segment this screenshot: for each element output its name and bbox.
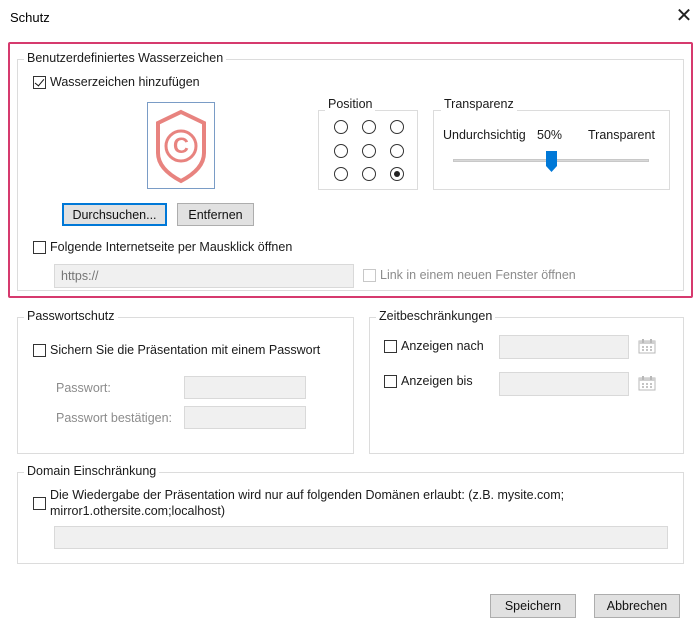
remove-button[interactable]: Entfernen <box>177 203 254 226</box>
show-until-input[interactable] <box>499 372 629 396</box>
position-radio-9[interactable] <box>390 167 404 181</box>
time-group-label: Zeitbeschränkungen <box>376 309 496 323</box>
watermark-preview: C <box>147 102 215 189</box>
show-after-calendar-icon[interactable] <box>638 338 656 354</box>
position-radio-7[interactable] <box>334 167 348 181</box>
position-radio-8[interactable] <box>362 167 376 181</box>
password-checkbox[interactable] <box>33 344 46 357</box>
show-until-checkbox[interactable] <box>384 375 397 388</box>
domain-group-label: Domain Einschränkung <box>24 464 160 478</box>
new-window-label: Link in einem neuen Fenster öffnen <box>380 268 576 282</box>
window-title: Schutz <box>10 10 50 25</box>
password-input[interactable] <box>184 376 306 399</box>
browse-button[interactable]: Durchsuchen... <box>62 203 167 226</box>
new-window-checkbox[interactable] <box>363 269 376 282</box>
position-group-label: Position <box>325 97 376 111</box>
position-radio-6[interactable] <box>390 144 404 158</box>
position-radio-5[interactable] <box>362 144 376 158</box>
domain-group <box>17 472 684 564</box>
domain-input[interactable] <box>54 526 668 549</box>
svg-text:C: C <box>173 133 189 158</box>
watermark-group-label: Benutzerdefiniertes Wasserzeichen <box>24 51 227 65</box>
password-label: Passwort: <box>56 381 111 395</box>
transparency-group-label: Transparenz <box>441 97 517 111</box>
add-watermark-label: Wasserzeichen hinzufügen <box>50 75 200 89</box>
show-until-calendar-icon[interactable] <box>638 375 656 391</box>
position-radio-2[interactable] <box>362 120 376 134</box>
add-watermark-checkbox[interactable] <box>33 76 46 89</box>
password-checkbox-label: Sichern Sie die Präsentation mit einem P… <box>50 343 321 357</box>
transparency-value-label: 50% <box>537 128 563 142</box>
domain-checkbox-label-line1: Die Wiedergabe der Präsentation wird nur… <box>50 488 565 502</box>
show-until-label: Anzeigen bis <box>401 374 473 388</box>
url-input[interactable] <box>54 264 354 288</box>
password-group-label: Passwortschutz <box>24 309 118 323</box>
opaque-label: Undurchsichtig <box>443 128 526 142</box>
domain-checkbox-label-line2: mirror1.othersite.com;localhost) <box>50 504 226 518</box>
position-radio-1[interactable] <box>334 120 348 134</box>
show-after-label: Anzeigen nach <box>401 339 484 353</box>
open-link-label: Folgende Internetseite per Mausklick öff… <box>50 240 293 254</box>
transparency-group <box>433 110 670 190</box>
show-after-checkbox[interactable] <box>384 340 397 353</box>
copyright-shield-icon: C <box>156 109 206 184</box>
cancel-button[interactable]: Abbrechen <box>594 594 680 618</box>
close-icon[interactable]: ✕ <box>674 4 694 26</box>
confirm-password-input[interactable] <box>184 406 306 429</box>
show-after-input[interactable] <box>499 335 629 359</box>
save-button[interactable]: Speichern <box>490 594 576 618</box>
position-radio-3[interactable] <box>390 120 404 134</box>
position-radio-4[interactable] <box>334 144 348 158</box>
domain-checkbox[interactable] <box>33 497 46 510</box>
transparent-label: Transparent <box>588 128 655 142</box>
transparency-slider-thumb[interactable] <box>545 151 557 172</box>
confirm-password-label: Passwort bestätigen: <box>56 411 173 425</box>
open-link-checkbox[interactable] <box>33 241 46 254</box>
